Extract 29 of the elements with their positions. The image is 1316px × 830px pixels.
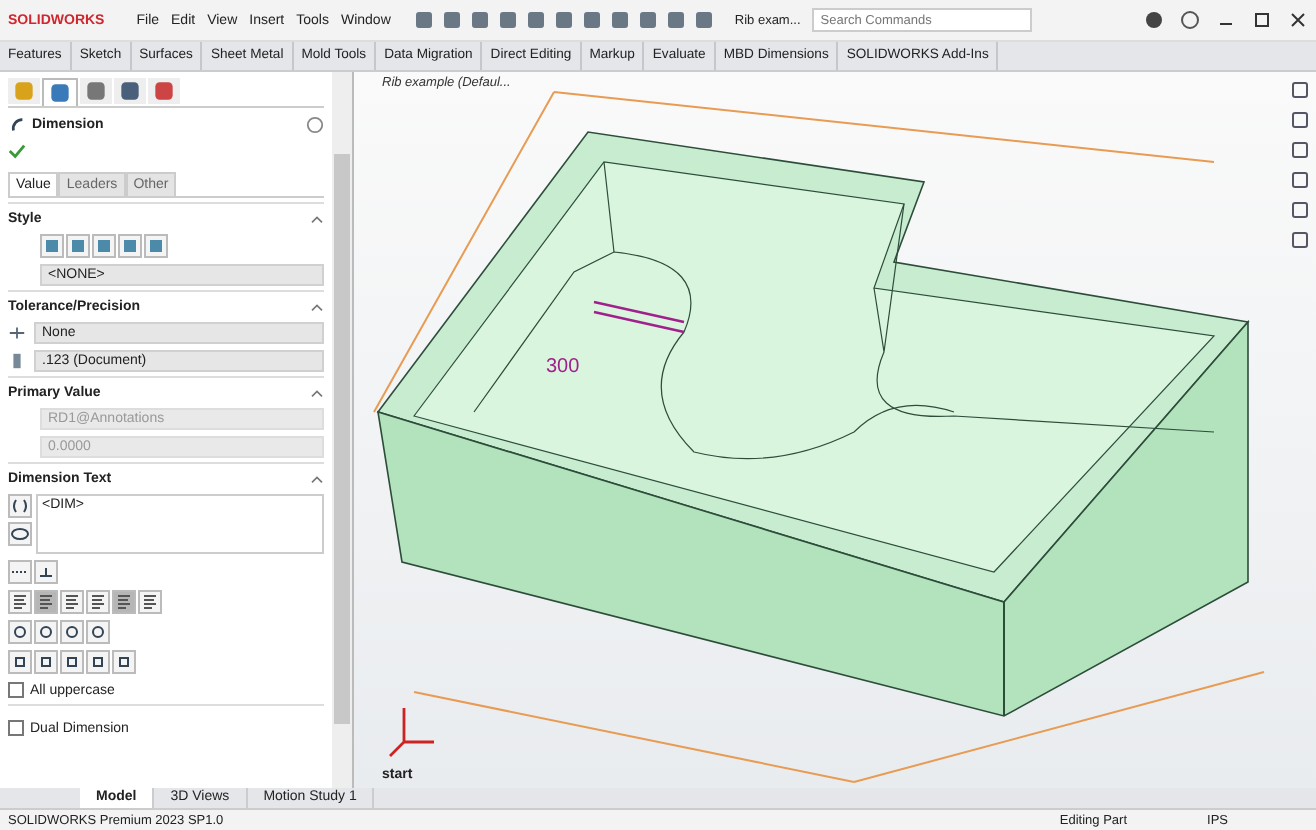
restore-icon[interactable]	[1252, 10, 1272, 30]
dimension-label[interactable]: 300	[546, 356, 580, 378]
help-icon[interactable]	[306, 115, 324, 133]
align-top-icon[interactable]	[86, 590, 110, 614]
stack-text-icon[interactable]	[34, 560, 58, 584]
scrollbar[interactable]	[332, 72, 352, 788]
collapse-icon[interactable]	[310, 473, 324, 483]
manager-tab-icon[interactable]	[42, 78, 78, 106]
split-text-icon[interactable]	[8, 560, 32, 584]
dimension-icon	[8, 115, 26, 133]
close-icon[interactable]	[1288, 10, 1308, 30]
precision-icon	[8, 352, 26, 370]
collapse-icon[interactable]	[310, 213, 324, 223]
manager-tab-icon[interactable]	[80, 78, 112, 104]
align-middle-icon[interactable]	[112, 590, 136, 614]
align-center-icon[interactable]	[34, 590, 58, 614]
align-bottom-icon[interactable]	[138, 590, 162, 614]
collapse-icon[interactable]	[310, 387, 324, 397]
align-right-icon[interactable]	[60, 590, 84, 614]
align-left-icon[interactable]	[8, 590, 32, 614]
tolerance-icon	[8, 324, 26, 342]
help-icon[interactable]	[1180, 10, 1200, 30]
manager-tab-icon[interactable]	[114, 78, 146, 104]
add-parentheses-icon[interactable]	[8, 494, 32, 518]
ok-checkmark-icon[interactable]	[8, 142, 26, 160]
collapse-icon[interactable]	[310, 301, 324, 311]
axis-triad-icon	[388, 706, 436, 758]
manager-tab-icon[interactable]	[148, 78, 180, 104]
inspection-icon[interactable]	[8, 522, 32, 546]
